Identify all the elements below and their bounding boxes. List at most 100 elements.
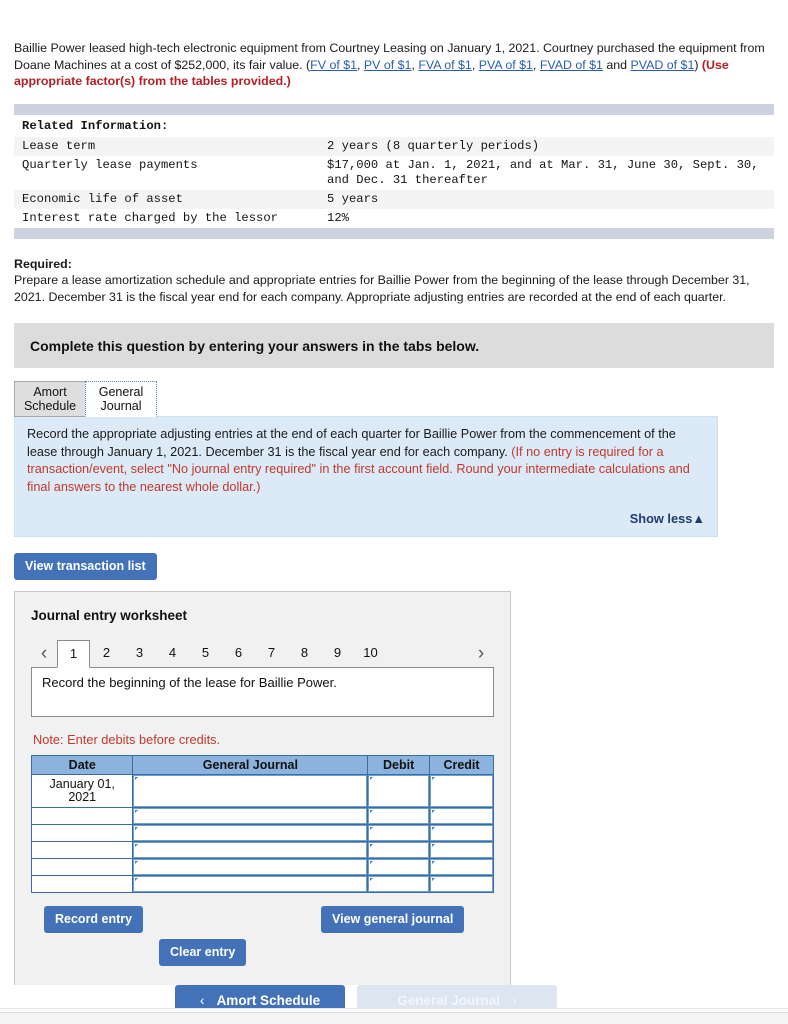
- cell-date-4[interactable]: [30, 840, 134, 859]
- table-row: [30, 823, 494, 842]
- tab-amort-schedule-line2: Schedule: [23, 399, 77, 413]
- credit-input-row-5[interactable]: [430, 858, 493, 875]
- worksheet-actions: Record entry View general journal Clear …: [31, 905, 494, 972]
- cell-credit-1[interactable]: [429, 773, 494, 808]
- lease-term-value: 2 years (8 quarterly periods): [319, 136, 774, 156]
- cell-general-journal-3[interactable]: [132, 823, 369, 842]
- debit-input-row-3[interactable]: [368, 824, 430, 841]
- pager-page-3[interactable]: 3: [123, 639, 156, 667]
- economic-life-label: Economic life of asset: [14, 189, 319, 209]
- account-input-row-5[interactable]: [133, 858, 368, 875]
- date-value-row-4: [32, 842, 38, 858]
- clear-entry-button[interactable]: Clear entry: [159, 938, 247, 966]
- cell-credit-6[interactable]: [429, 874, 494, 893]
- instructions-panel: Record the appropriate adjusting entries…: [14, 416, 718, 537]
- cell-debit-1[interactable]: [367, 773, 431, 808]
- table-row: [30, 806, 494, 825]
- debit-input-row-1[interactable]: [368, 774, 430, 807]
- cell-debit-6[interactable]: [367, 874, 431, 893]
- view-transaction-list-button[interactable]: View transaction list: [14, 552, 157, 580]
- link-fva-of-1[interactable]: FVA of $1: [418, 58, 472, 72]
- pager-page-6[interactable]: 6: [222, 639, 255, 667]
- account-input-row-1[interactable]: [133, 774, 368, 807]
- date-value-row-6: [32, 876, 38, 892]
- account-input-row-4[interactable]: [133, 841, 368, 858]
- debit-input-row-6[interactable]: [368, 875, 430, 892]
- cell-credit-3[interactable]: [429, 823, 494, 842]
- date-value-row-5: [32, 859, 38, 875]
- pager-page-8[interactable]: 8: [288, 639, 321, 667]
- cell-debit-4[interactable]: [367, 840, 431, 859]
- show-less-link[interactable]: Show less▲: [27, 510, 705, 528]
- credit-input-row-6[interactable]: [430, 875, 493, 892]
- debit-input-row-5[interactable]: [368, 858, 430, 875]
- related-information-heading-row: Related Information:: [14, 115, 774, 137]
- date-value-row-3: [32, 825, 38, 841]
- cell-date-5[interactable]: [30, 857, 134, 876]
- cell-debit-3[interactable]: [367, 823, 431, 842]
- interest-rate-label: Interest rate charged by the lessor: [22, 210, 278, 225]
- related-information-heading: Related Information:: [22, 118, 169, 133]
- related-information-block: Related Information: Lease term 2 years …: [14, 103, 774, 239]
- pager-prev-arrow-icon[interactable]: ‹: [31, 641, 57, 667]
- column-header-credit: Credit: [429, 754, 494, 775]
- column-header-general-journal: General Journal: [132, 754, 369, 775]
- cell-general-journal-5[interactable]: [132, 857, 369, 876]
- account-input-row-3[interactable]: [133, 824, 368, 841]
- pager-page-9[interactable]: 9: [321, 639, 354, 667]
- link-fv-of-1[interactable]: FV of $1: [310, 58, 357, 72]
- debit-input-row-4[interactable]: [368, 841, 430, 858]
- related-information-bottom-bar: [14, 227, 774, 239]
- cell-general-journal-2[interactable]: [132, 806, 369, 825]
- worksheet-description: Record the beginning of the lease for Ba…: [31, 666, 494, 717]
- required-text: Prepare a lease amortization schedule an…: [14, 273, 750, 304]
- table-row: [30, 874, 494, 893]
- credit-input-row-4[interactable]: [430, 841, 493, 858]
- table-row: January 01, 2021: [30, 773, 494, 808]
- account-input-row-2[interactable]: [133, 807, 368, 824]
- pager-page-7[interactable]: 7: [255, 639, 288, 667]
- table-row: Quarterly lease payments $17,000 at Jan.…: [14, 156, 774, 190]
- credit-input-row-3[interactable]: [430, 824, 493, 841]
- table-row: Economic life of asset 5 years: [14, 189, 774, 209]
- economic-life-value: 5 years: [319, 189, 774, 209]
- cell-date-3[interactable]: [30, 823, 134, 842]
- footer-strip: [0, 1012, 788, 1024]
- cell-general-journal-1[interactable]: [132, 773, 369, 808]
- tab-general-journal-line2: Journal: [100, 399, 142, 413]
- cell-date-2[interactable]: [30, 806, 134, 825]
- journal-entry-table: Date General Journal Debit Credit Januar…: [30, 754, 494, 893]
- pager-page-1[interactable]: 1: [57, 639, 90, 668]
- debits-before-credits-note: Note: Enter debits before credits.: [33, 731, 221, 747]
- credit-input-row-2[interactable]: [430, 807, 493, 824]
- pager-page-10[interactable]: 10: [354, 639, 387, 667]
- pager-page-4[interactable]: 4: [156, 639, 189, 667]
- column-header-debit: Debit: [367, 754, 431, 775]
- link-fvad-of-1[interactable]: FVAD of $1: [540, 58, 603, 72]
- tab-amort-schedule[interactable]: Amort Schedule: [14, 381, 86, 417]
- cell-credit-5[interactable]: [429, 857, 494, 876]
- cell-credit-4[interactable]: [429, 840, 494, 859]
- pager-page-2[interactable]: 2: [90, 639, 123, 667]
- link-pvad-of-1[interactable]: PVAD of $1: [631, 58, 695, 72]
- nav-prev-label: Amort Schedule: [216, 992, 321, 1008]
- record-entry-button[interactable]: Record entry: [44, 905, 144, 933]
- cell-credit-2[interactable]: [429, 806, 494, 825]
- view-general-journal-button[interactable]: View general journal: [321, 905, 465, 933]
- cell-general-journal-6[interactable]: [132, 874, 369, 893]
- cell-debit-2[interactable]: [367, 806, 431, 825]
- tab-general-journal-line1: General: [98, 385, 144, 399]
- pager-page-5[interactable]: 5: [189, 639, 222, 667]
- cell-date-6[interactable]: [30, 874, 134, 893]
- pager-next-arrow-icon[interactable]: ›: [468, 641, 494, 667]
- credit-input-row-1[interactable]: [430, 774, 493, 807]
- tab-general-journal[interactable]: General Journal: [85, 381, 157, 417]
- link-pv-of-1[interactable]: PV of $1: [364, 58, 412, 72]
- link-pva-of-1[interactable]: PVA of $1: [479, 58, 533, 72]
- account-input-row-6[interactable]: [133, 875, 368, 892]
- date-value-row-2: [32, 808, 38, 824]
- debit-input-row-2[interactable]: [368, 807, 430, 824]
- cell-general-journal-4[interactable]: [132, 840, 369, 859]
- cell-debit-5[interactable]: [367, 857, 431, 876]
- chevron-right-icon: ›: [512, 992, 517, 1008]
